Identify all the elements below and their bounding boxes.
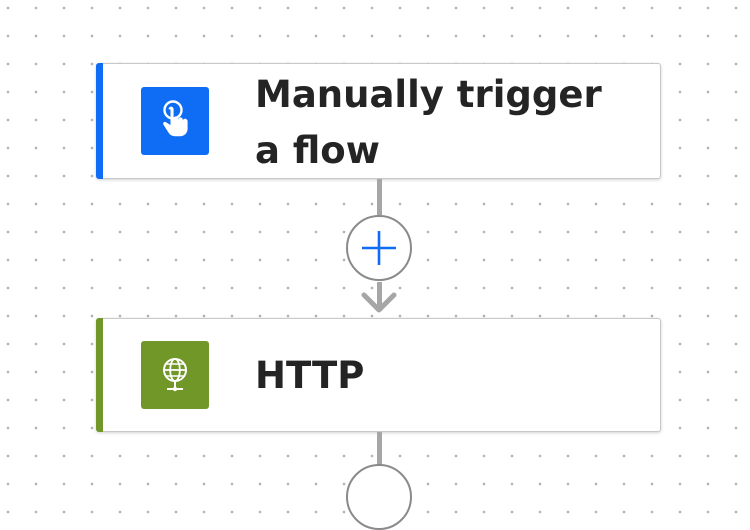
plus-icon	[362, 231, 396, 265]
http-step-card[interactable]: HTTP	[96, 318, 661, 432]
trigger-icon-tile	[141, 87, 209, 155]
trigger-step-card[interactable]: Manually trigger a flow	[96, 63, 661, 179]
trigger-accent-bar	[96, 63, 103, 179]
connector-line	[377, 179, 382, 215]
flow-designer-canvas: Manually trigger a flow HTTP	[0, 0, 750, 530]
trigger-step-title: Manually trigger a flow	[255, 73, 602, 172]
http-icon-tile	[141, 341, 209, 409]
http-accent-bar	[96, 318, 103, 432]
hand-pointer-icon	[163, 100, 188, 137]
add-step-button[interactable]	[346, 215, 412, 281]
globe-icon	[163, 358, 187, 392]
http-step-title: HTTP	[255, 354, 365, 397]
arrow-down-icon	[361, 292, 397, 313]
